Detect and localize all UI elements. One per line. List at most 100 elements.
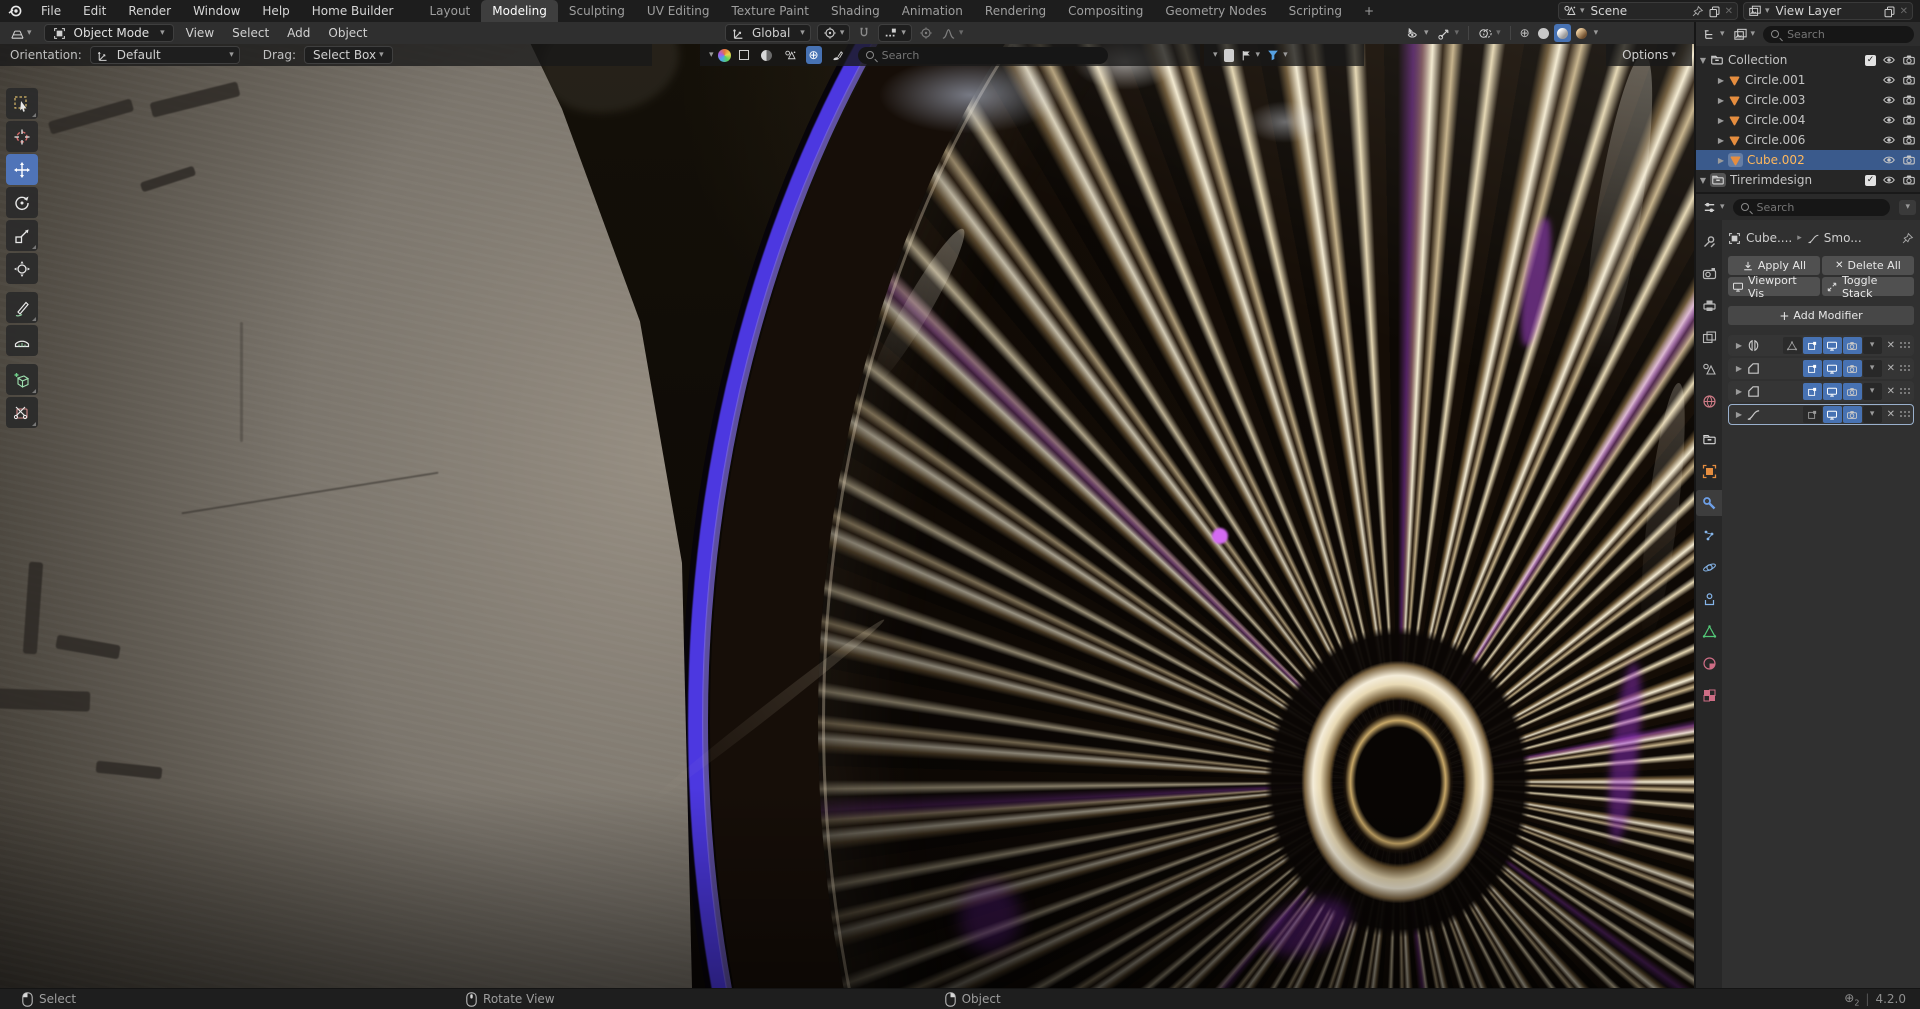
add-cube-tool[interactable]: [6, 364, 38, 395]
remove-modifier-icon[interactable]: ✕: [1887, 386, 1895, 397]
render-toggle[interactable]: [1842, 360, 1862, 377]
display-rendered-button[interactable]: ⊕: [805, 46, 822, 64]
chevron-right-icon[interactable]: ▶: [1732, 364, 1746, 373]
remove-modifier-icon[interactable]: ✕: [1887, 340, 1895, 351]
view-layer-selector-box[interactable]: ▾ View Layer ✕: [1743, 2, 1913, 20]
eye-icon[interactable]: [1882, 93, 1896, 107]
scene-selector-box[interactable]: ▾ Scene ✕: [1558, 2, 1738, 20]
modifier-row-smooth[interactable]: ▶ ▾ ✕: [1728, 404, 1914, 425]
tab-object[interactable]: [1696, 458, 1722, 484]
menu-select[interactable]: Select: [223, 26, 278, 40]
eye-icon[interactable]: [1882, 73, 1896, 87]
pin-icon[interactable]: [1901, 232, 1914, 245]
chevron-down-icon[interactable]: ▼: [1696, 56, 1710, 65]
viewport-canvas[interactable]: [0, 22, 1694, 988]
viewport-search[interactable]: [857, 46, 1108, 64]
tab-modifiers[interactable]: [1696, 490, 1722, 516]
chevron-right-icon[interactable]: ▶: [1732, 410, 1746, 419]
drag-handle[interactable]: [1899, 410, 1910, 419]
edit-mode-toggle[interactable]: [1802, 383, 1822, 400]
modifier-row-mirror[interactable]: ▶ ▾ ✕: [1728, 335, 1914, 356]
material-ball-icon[interactable]: [717, 48, 731, 62]
tab-particles[interactable]: [1696, 522, 1722, 548]
tab-geometry-nodes[interactable]: Geometry Nodes: [1154, 0, 1277, 22]
viewport-search-input[interactable]: [879, 47, 1100, 63]
outliner-row-tirerimdesign[interactable]: ▼ Tirerimdesign ✓: [1696, 170, 1920, 190]
realtime-toggle[interactable]: [1822, 406, 1842, 423]
close-icon[interactable]: ✕: [1725, 6, 1733, 17]
apply-all-button[interactable]: Apply All: [1728, 256, 1820, 275]
camera-visibility-icon[interactable]: [1902, 53, 1916, 67]
outliner-display-mode-dropdown[interactable]: ▾: [1700, 27, 1727, 42]
display-solid-button[interactable]: [736, 46, 752, 64]
menu-window[interactable]: Window: [182, 0, 251, 22]
outliner-row-circle001[interactable]: ▶ Circle.001: [1696, 70, 1920, 90]
modifier-extras-dropdown[interactable]: ▾: [1862, 406, 1882, 423]
toggle-stack-button[interactable]: Toggle Stack: [1822, 274, 1914, 300]
modifier-extras-dropdown[interactable]: ▾: [1862, 337, 1882, 354]
eye-icon[interactable]: [1882, 53, 1896, 67]
chevron-down-icon[interactable]: ▾: [1213, 50, 1218, 60]
modifier-row-bevel-1[interactable]: ▶ ▾ ✕: [1728, 358, 1914, 379]
render-toggle[interactable]: [1842, 406, 1862, 423]
annotate-tool[interactable]: [6, 292, 38, 323]
viewport-vis-button[interactable]: Viewport Vis: [1728, 274, 1820, 300]
pivot-point-dropdown[interactable]: ▾: [816, 24, 851, 42]
network-icon[interactable]: ⊕2: [1844, 991, 1859, 1007]
snap-settings-dropdown[interactable]: ▾: [878, 24, 912, 42]
tab-collection[interactable]: [1696, 426, 1722, 452]
properties-options-dropdown[interactable]: ▾: [1899, 199, 1916, 215]
move-tool[interactable]: [6, 154, 38, 185]
shading-solid-button[interactable]: [1535, 24, 1552, 42]
add-modifier-button[interactable]: + Add Modifier: [1728, 306, 1914, 325]
tab-output[interactable]: [1696, 292, 1722, 318]
proportional-editing-toggle[interactable]: [916, 24, 936, 42]
cursor-tool[interactable]: [6, 121, 38, 152]
realtime-toggle[interactable]: [1822, 383, 1842, 400]
outliner-filter-dropdown[interactable]: ▾: [1733, 27, 1755, 42]
edit-mode-toggle[interactable]: [1802, 406, 1822, 423]
render-toggle[interactable]: [1842, 383, 1862, 400]
eye-icon[interactable]: [1882, 173, 1896, 187]
menu-edit[interactable]: Edit: [72, 0, 117, 22]
eye-icon[interactable]: [1882, 133, 1896, 147]
mode-dropdown[interactable]: Object Mode ▾: [43, 24, 174, 42]
measure-tool[interactable]: [6, 325, 38, 356]
properties-search[interactable]: [1732, 198, 1891, 216]
rotate-tool[interactable]: [6, 187, 38, 218]
camera-visibility-icon[interactable]: [1902, 153, 1916, 167]
chevron-down-icon[interactable]: ▼: [1696, 176, 1710, 185]
outliner-row-circle006[interactable]: ▶ Circle.006: [1696, 130, 1920, 150]
collection-checkbox[interactable]: ✓: [1865, 174, 1876, 186]
tab-object-data[interactable]: [1696, 618, 1722, 644]
breadcrumb-modifier[interactable]: Smo...: [1824, 231, 1862, 245]
object-visibility-dropdown[interactable]: ▾: [1403, 24, 1432, 42]
breadcrumb-object[interactable]: Cube....: [1746, 231, 1792, 245]
shading-material-preview-button[interactable]: [1553, 24, 1571, 42]
tab-uv-editing[interactable]: UV Editing: [636, 0, 721, 22]
drag-handle[interactable]: [1899, 387, 1910, 396]
properties-editor-dropdown[interactable]: ▾: [1700, 200, 1727, 215]
tab-compositing[interactable]: Compositing: [1057, 0, 1154, 22]
shading-wireframe-button[interactable]: ⊕: [1517, 24, 1533, 42]
properties-search-input[interactable]: [1754, 199, 1883, 215]
tab-shading[interactable]: Shading: [820, 0, 891, 22]
display-material-button[interactable]: [758, 46, 775, 64]
blender-logo[interactable]: [0, 3, 30, 19]
tab-layout[interactable]: Layout: [418, 0, 481, 22]
new-view-layer-icon[interactable]: [1883, 5, 1896, 18]
chevron-right-icon[interactable]: ▶: [1714, 76, 1728, 85]
render-toggle[interactable]: [1842, 337, 1862, 354]
tab-material[interactable]: [1696, 650, 1722, 676]
tab-scripting[interactable]: Scripting: [1278, 0, 1353, 22]
realtime-toggle[interactable]: [1822, 337, 1842, 354]
drag-handle[interactable]: [1899, 364, 1910, 373]
tab-sculpting[interactable]: Sculpting: [558, 0, 636, 22]
tab-physics[interactable]: [1696, 554, 1722, 580]
collection-checkbox[interactable]: ✓: [1865, 54, 1876, 66]
outliner-search[interactable]: [1763, 25, 1914, 43]
tab-texture-paint[interactable]: Texture Paint: [721, 0, 820, 22]
chevron-right-icon[interactable]: ▶: [1714, 156, 1728, 165]
outliner-row-circle004[interactable]: ▶ Circle.004: [1696, 110, 1920, 130]
menu-help[interactable]: Help: [251, 0, 300, 22]
